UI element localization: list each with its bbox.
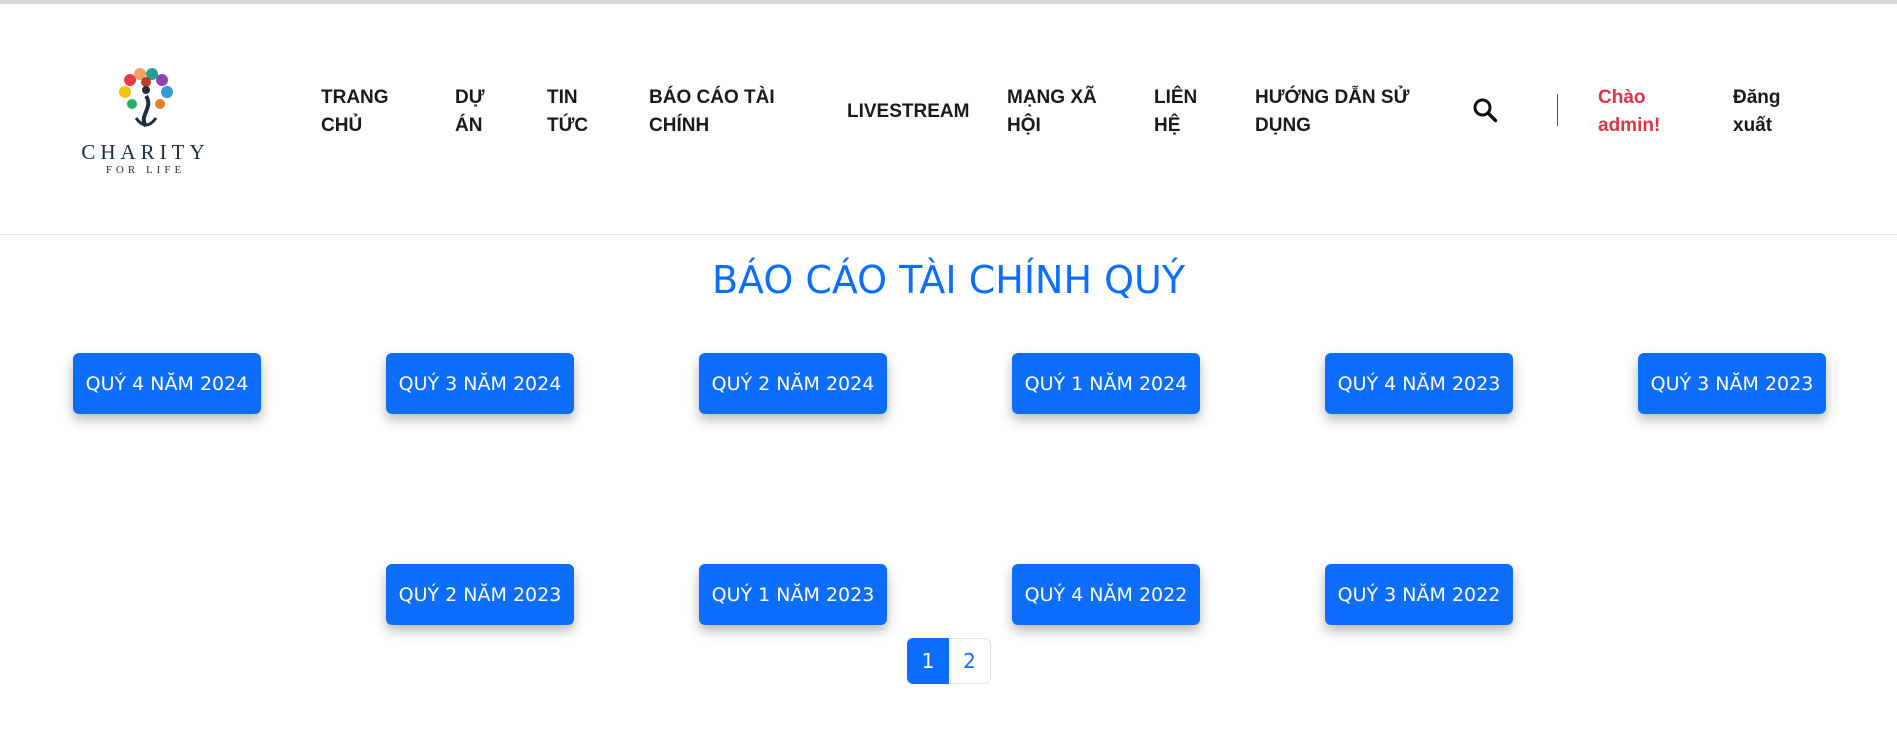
search-icon[interactable] (1472, 97, 1498, 123)
nav-item-home[interactable]: TRANG CHỦ (321, 84, 401, 140)
nav-divider (1557, 94, 1558, 126)
logout-link[interactable]: Đăng xuất (1733, 84, 1803, 140)
report-button-q3-2024[interactable]: QUÝ 3 NĂM 2024 (386, 353, 574, 414)
report-button-q4-2022[interactable]: QUÝ 4 NĂM 2022 (1012, 564, 1200, 625)
logo-brand-text: CHARITY (81, 140, 210, 164)
report-button-q3-2022[interactable]: QUÝ 3 NĂM 2022 (1325, 564, 1513, 625)
nav-item-social-networks[interactable]: MẠNG XÃ HỘI (1007, 84, 1107, 140)
pagination: 1 2 (907, 638, 991, 684)
page-button-1[interactable]: 1 (907, 638, 949, 684)
nav-item-news[interactable]: TIN TỨC (547, 84, 597, 140)
page-button-2[interactable]: 2 (949, 638, 991, 684)
charity-logo[interactable]: CHARITY FOR LIFE (78, 66, 213, 178)
report-button-q2-2024[interactable]: QUÝ 2 NĂM 2024 (699, 353, 887, 414)
report-button-q3-2023[interactable]: QUÝ 3 NĂM 2023 (1638, 353, 1826, 414)
report-button-q4-2024[interactable]: QUÝ 4 NĂM 2024 (73, 353, 261, 414)
report-button-q1-2023[interactable]: QUÝ 1 NĂM 2023 (699, 564, 887, 625)
nav-item-user-guide[interactable]: HƯỚNG DẪN SỬ DỤNG (1255, 84, 1425, 140)
nav-item-financial-reports[interactable]: BÁO CÁO TÀI CHÍNH (649, 84, 799, 140)
nav-item-livestream[interactable]: LIVESTREAM (847, 98, 987, 126)
report-button-q1-2024[interactable]: QUÝ 1 NĂM 2024 (1012, 353, 1200, 414)
report-button-q4-2023[interactable]: QUÝ 4 NĂM 2023 (1325, 353, 1513, 414)
greeting-text: Chào admin! (1598, 87, 1661, 136)
page-title: BÁO CÁO TÀI CHÍNH QUÝ (711, 258, 1186, 302)
nav-item-projects[interactable]: DỰ ÁN (455, 84, 495, 140)
nav-item-contact[interactable]: LIÊN HỆ (1154, 84, 1204, 140)
report-button-q2-2023[interactable]: QUÝ 2 NĂM 2023 (386, 564, 574, 625)
logo-tagline: FOR LIFE (105, 164, 186, 176)
site-header: CHARITY FOR LIFE TRANG CHỦ DỰ ÁN TIN TỨC… (0, 4, 1897, 235)
tree-heart-icon (119, 68, 173, 128)
